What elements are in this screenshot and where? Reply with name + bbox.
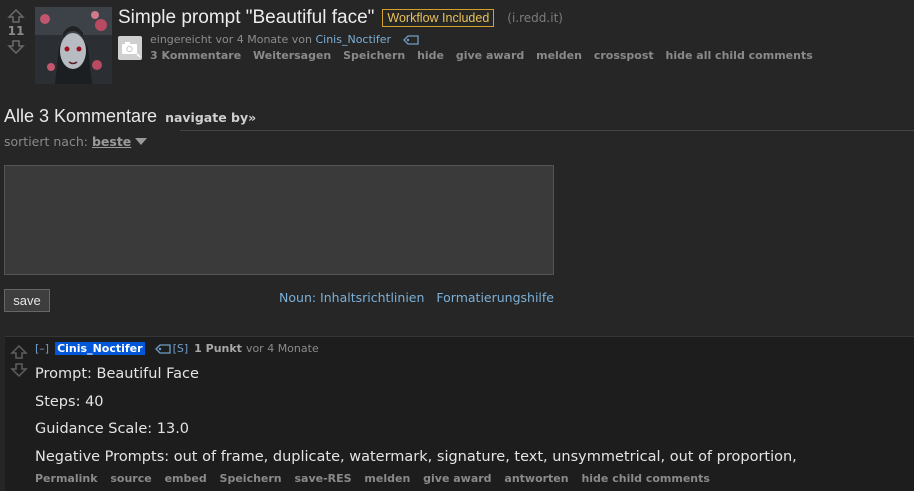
- comment-line: Steps: 40: [35, 393, 104, 410]
- comment-line: Guidance Scale: 13.0: [35, 421, 190, 437]
- sort-value-dropdown[interactable]: beste: [92, 134, 131, 149]
- formatting-help-link[interactable]: Formatierungshilfe: [436, 290, 554, 305]
- share-link[interactable]: Weitersagen: [253, 49, 331, 62]
- camera-icon[interactable]: [118, 35, 142, 60]
- reply-link[interactable]: antworten: [504, 472, 568, 485]
- comments-header: Alle 3 Kommentare navigate by»: [4, 106, 256, 127]
- hide-child-comments-link[interactable]: hide child comments: [581, 472, 709, 485]
- crosspost-link[interactable]: crosspost: [594, 49, 654, 62]
- comment: [–] Cinis_Noctifer [S] 1 Punkt vor 4 Mon…: [5, 336, 914, 491]
- content-rules-link[interactable]: Noun: Inhaltsrichtlinien: [279, 290, 424, 305]
- embed-link[interactable]: embed: [165, 472, 207, 485]
- upvote-arrow-icon[interactable]: [10, 345, 28, 359]
- collapse-toggle[interactable]: [–]: [35, 342, 49, 355]
- save-link[interactable]: Speichern: [343, 49, 405, 62]
- navigate-by-label: navigate by: [165, 110, 249, 125]
- save-button[interactable]: save: [4, 289, 50, 312]
- tag-icon[interactable]: [154, 343, 171, 354]
- permalink-link[interactable]: Permalink: [35, 472, 98, 485]
- hide-link[interactable]: hide: [417, 49, 444, 62]
- post-info: Simple prompt "Beautiful face" Workflow …: [118, 7, 821, 62]
- comment-line: Prompt: Beautiful Face: [35, 366, 199, 382]
- navigate-by-dropdown[interactable]: navigate by»: [165, 110, 256, 125]
- save-res-link[interactable]: save-RES: [295, 472, 352, 485]
- save-comment-link[interactable]: Speichern: [220, 472, 282, 485]
- post-score: 11: [7, 24, 25, 38]
- tag-icon[interactable]: [402, 35, 419, 45]
- header-divider: [180, 130, 914, 131]
- comments-link[interactable]: 3 Kommentare: [150, 49, 241, 62]
- post-domain[interactable]: (i.redd.it): [507, 11, 563, 25]
- post-entry: 11 Simple prompt "Beautiful face" Workfl…: [0, 0, 914, 90]
- comment-points: 1 Punkt: [194, 342, 242, 355]
- upvote-arrow-icon[interactable]: [7, 9, 25, 23]
- give-award-comment-link[interactable]: give award: [423, 472, 491, 485]
- submitter-tag[interactable]: [S]: [173, 342, 189, 355]
- comments-title: Alle 3 Kommentare: [4, 106, 158, 126]
- post-submitted-line: eingereicht vor 4 Monate von Cinis_Nocti…: [150, 33, 821, 46]
- help-links: Noun: Inhaltsrichtlinien Formatierungshi…: [271, 290, 554, 305]
- post-buttons: 3 Kommentare Weitersagen Speichern hide …: [150, 49, 821, 62]
- comment-textarea[interactable]: [4, 165, 554, 275]
- post-thumbnail[interactable]: [35, 7, 112, 84]
- give-award-link[interactable]: give award: [456, 49, 524, 62]
- source-link[interactable]: source: [110, 472, 151, 485]
- comment-author-link[interactable]: Cinis_Noctifer: [55, 342, 145, 355]
- dropdown-triangle-icon[interactable]: [135, 138, 148, 145]
- downvote-arrow-icon[interactable]: [10, 363, 28, 377]
- hide-child-comments-link[interactable]: hide all child comments: [666, 49, 813, 62]
- submitted-prefix: eingereicht vor 4 Monate von: [150, 33, 312, 46]
- comment-buttons: Permalink source embed Speichern save-RE…: [35, 472, 719, 485]
- comment-line: Negative Prompts: out of frame, duplicat…: [35, 448, 797, 465]
- report-link[interactable]: melden: [536, 49, 582, 62]
- sort-label: sortiert nach:: [4, 134, 88, 149]
- sort-row: sortiert nach: beste: [4, 134, 148, 149]
- comment-header: [–] Cinis_Noctifer [S] 1 Punkt vor 4 Mon…: [35, 342, 319, 355]
- double-chevron-down-icon: »: [248, 110, 257, 125]
- post-author-link[interactable]: Cinis_Noctifer: [315, 33, 391, 46]
- comment-vote: [10, 345, 28, 377]
- downvote-arrow-icon[interactable]: [7, 40, 25, 54]
- post-vote: 11: [7, 9, 25, 54]
- post-flair[interactable]: Workflow Included: [382, 9, 495, 27]
- comment-age: vor 4 Monate: [245, 342, 319, 355]
- post-title[interactable]: Simple prompt "Beautiful face": [118, 7, 374, 29]
- comment-body: Prompt: Beautiful Face Steps: 40 Guidanc…: [35, 361, 797, 471]
- report-comment-link[interactable]: melden: [364, 472, 410, 485]
